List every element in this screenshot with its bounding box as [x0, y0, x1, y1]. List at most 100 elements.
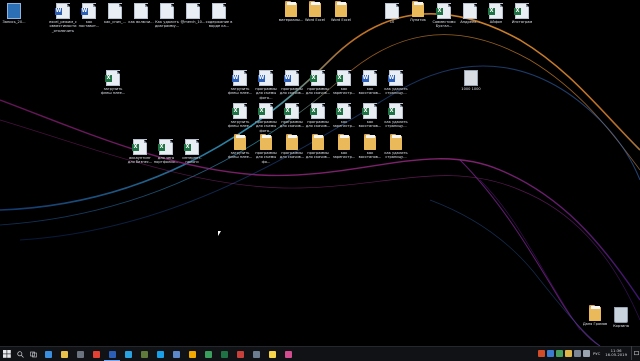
search-button[interactable]	[14, 347, 27, 361]
photoshop-app-button[interactable]	[120, 347, 136, 361]
excel-document-icon: X	[132, 139, 147, 155]
desktop-icon[interactable]: Xпрограммы для скачив...	[304, 103, 332, 129]
start-button[interactable]	[0, 347, 14, 361]
edge-app-button[interactable]	[40, 347, 56, 361]
word-app-button[interactable]	[104, 347, 120, 361]
desktop-icon[interactable]: Даня Громов	[581, 305, 609, 326]
network-icon[interactable]	[573, 349, 581, 357]
explorer-app-button[interactable]	[56, 347, 72, 361]
desktop-icon[interactable]: как удалить страницу...	[382, 134, 410, 160]
desktop-icon[interactable]: Корзина	[607, 306, 635, 328]
desktop-icon[interactable]: X Инстаграм	[508, 3, 536, 24]
desktop-icon-label: Word Excel	[305, 18, 325, 22]
desktop-icon[interactable]: Wкак поставит...	[75, 3, 103, 29]
desktop-icon[interactable]: как_сниз_...	[101, 3, 129, 24]
desktop-icon[interactable]: Xкак зарегистр...	[330, 103, 358, 129]
folder-icon	[260, 134, 272, 150]
desktop-icon[interactable]: как включи...	[127, 3, 155, 24]
desktop-icon[interactable]: Xзагрузить флеш плее...	[99, 70, 127, 96]
desktop-icon[interactable]: содержание в ворде ка...	[205, 3, 233, 29]
excel-document-icon: X	[232, 103, 247, 119]
desktop-icon[interactable]: Xдля чего портфолио...	[152, 139, 180, 165]
tray-app-icon[interactable]	[537, 349, 545, 357]
browser-app-button[interactable]	[200, 347, 216, 361]
desktop-icon[interactable]: Xпрограммы для съемы фото...	[252, 103, 280, 133]
desktop-icon[interactable]: Wпрограммы для скачив...	[278, 70, 306, 96]
desktop-icon-label: загрузить флеш плее...	[227, 87, 253, 96]
language-indicator[interactable]: РУС	[593, 351, 600, 356]
document-icon	[186, 3, 200, 19]
desktop-icon[interactable]: X Айфон	[482, 3, 510, 24]
excel-app-button[interactable]	[216, 347, 232, 361]
desktop-icon[interactable]: X Совместимо Бухгал...	[430, 3, 458, 29]
desktop-icon[interactable]: программы для съемы фо...	[252, 134, 280, 164]
excel-document-icon: X	[105, 70, 120, 86]
desktop-icon[interactable]: как восстанов...	[356, 134, 384, 160]
mail-app-button[interactable]	[232, 347, 248, 361]
desktop-icon[interactable]: загрузить флеш плее...	[226, 134, 254, 160]
desktop-icon[interactable]: Word Excel	[327, 1, 355, 22]
desktop-icon[interactable]: Лунатик	[404, 1, 432, 22]
wallpaper-waves	[0, 13, 640, 346]
volume-icon[interactable]	[582, 349, 590, 357]
desktop-icon[interactable]: Wкак восстанов...	[356, 70, 384, 96]
maps-app-button[interactable]	[136, 347, 152, 361]
tray-app-icon[interactable]	[564, 349, 572, 357]
desktop-icon[interactable]: программы для скачив...	[278, 134, 306, 160]
calendar-app-icon	[252, 350, 260, 358]
sticky-app-button[interactable]	[264, 347, 280, 361]
desktop-icon-label: программы для скачив...	[305, 87, 331, 96]
desktop-icon-label: Как удалить диаграмму...	[154, 20, 180, 29]
desktop-icon-label: как поставит...	[78, 20, 100, 29]
desktop-icon[interactable]: Wзагрузить флеш плее...	[226, 70, 254, 96]
desktop-icon-label: как включи...	[128, 20, 154, 24]
desktop-icon[interactable]: Xкак восстанов...	[356, 103, 384, 129]
desktop-icon[interactable]: @merch_10...	[179, 3, 207, 24]
calendar-app-button[interactable]	[248, 347, 264, 361]
browser-app-icon	[204, 350, 212, 358]
excel-app-icon	[220, 350, 228, 358]
desktop-icon-label: как восстанов...	[358, 151, 382, 160]
desktop-icon[interactable]: 1000 1000	[457, 70, 485, 91]
document-icon	[108, 3, 122, 19]
desktop-icon[interactable]: Как удалить диаграмму...	[153, 3, 181, 29]
folder-icon	[286, 134, 298, 150]
desktop-icon[interactable]: Wexcel_режим_совместимости_отключить	[49, 3, 77, 33]
pinned-apps	[40, 347, 296, 361]
desktop-icon[interactable]: Запись_20...	[0, 3, 28, 24]
desktop-icon[interactable]: Xаккаунтинг для бизнес...	[126, 139, 154, 165]
desktop-icon[interactable]: Xкак удалить страницу...	[382, 103, 410, 129]
store-app-button[interactable]	[168, 347, 184, 361]
calculator-app-button[interactable]	[72, 347, 88, 361]
desktop-icon[interactable]: Xпрограммы для скачив...	[304, 70, 332, 96]
word-document-icon: W	[55, 3, 70, 19]
desktop-icon[interactable]: Xкак зарегистр...	[330, 70, 358, 96]
paint-app-button[interactable]	[280, 347, 296, 361]
skype-app-button[interactable]	[152, 347, 168, 361]
chrome-app-button[interactable]	[88, 347, 104, 361]
desktop: Запись_20... Wexcel_режим_совместимости_о…	[0, 0, 640, 346]
clock[interactable]: 11:36 16.05.2019	[605, 348, 627, 357]
recycle-bin-icon	[614, 306, 628, 323]
desktop-icon[interactable]: Wпрограммы для съемы фото...	[252, 70, 280, 100]
desktop-icon[interactable]: Xзагрузить флеш плее...	[226, 103, 254, 129]
notifications-button[interactable]	[631, 346, 640, 360]
desktop-icon[interactable]: Wкак удалить страницу...	[382, 70, 410, 96]
desktop-icon-label: Корзина	[613, 324, 629, 328]
desktop-icon[interactable]: Xинтернет-налоги	[178, 139, 206, 165]
desktop-icon-label: программы для скачив...	[279, 87, 305, 96]
desktop-icon[interactable]: Word Excel	[301, 1, 329, 22]
desktop-icon[interactable]: программы для скачив...	[304, 134, 332, 160]
player-app-button[interactable]	[184, 347, 200, 361]
desktop-icon-label: как удалить страницу...	[384, 120, 408, 129]
excel-document-icon: X	[158, 139, 173, 155]
tray-app-icon[interactable]	[546, 349, 554, 357]
desktop-icon[interactable]: Андреев...	[456, 3, 484, 24]
desktop-icon[interactable]: 10	[378, 3, 406, 24]
desktop-icon[interactable]: Xпрограммы для скачив...	[278, 103, 306, 129]
excel-document-icon: X	[488, 3, 503, 19]
desktop-icon[interactable]: как зарегистр...	[330, 134, 358, 160]
word-document-icon: W	[258, 70, 273, 86]
tray-app-icon[interactable]	[555, 349, 563, 357]
task-view-button[interactable]	[27, 347, 40, 361]
